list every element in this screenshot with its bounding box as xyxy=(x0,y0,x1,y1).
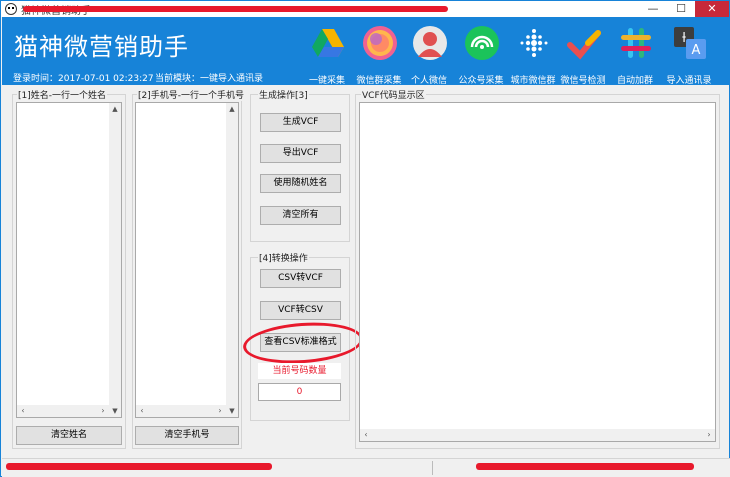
random-names-button[interactable]: 使用随机姓名 xyxy=(260,174,341,193)
scroll-right-icon[interactable]: › xyxy=(97,405,109,417)
redaction-mark xyxy=(6,463,272,470)
phone-count-value: 0 xyxy=(258,383,341,401)
names-textarea[interactable]: ▲ ▼ ‹ › xyxy=(16,102,122,418)
scroll-right-icon[interactable]: › xyxy=(703,429,715,441)
wifi-circle-icon xyxy=(465,26,499,60)
scroll-down-icon[interactable]: ▼ xyxy=(226,405,238,417)
clear-phones-button[interactable]: 清空手机号 xyxy=(135,426,239,445)
triangle-drive-icon xyxy=(312,29,344,57)
phones-label: [2]手机号-一行一个手机号 xyxy=(137,88,245,101)
generate-label: 生成操作[3] xyxy=(258,88,309,101)
clear-names-button[interactable]: 清空姓名 xyxy=(16,426,122,445)
tool-personal-wechat[interactable]: 个人微信 xyxy=(402,23,456,86)
status-bar xyxy=(2,458,730,477)
convert-label: [4]转换操作 xyxy=(258,251,309,264)
scroll-up-icon[interactable]: ▲ xyxy=(109,103,121,115)
svg-text:ƚ: ƚ xyxy=(682,31,686,46)
tool-official-account-collect[interactable]: 公众号采集 xyxy=(454,23,508,86)
tool-one-click-collect[interactable]: 一键采集 xyxy=(300,23,354,86)
scroll-down-icon[interactable]: ▼ xyxy=(109,405,121,417)
scroll-up-icon[interactable]: ▲ xyxy=(226,103,238,115)
maximize-button[interactable]: ☐ xyxy=(667,1,695,17)
person-icon xyxy=(413,26,447,60)
main-window: 猫神微营销助手 — ☐ ✕ 猫神微营销助手 登录时间：2017-07-01 02… xyxy=(0,0,730,477)
phones-vscroll[interactable]: ▲ ▼ xyxy=(226,103,238,417)
title-bar: 猫神微营销助手 — ☐ ✕ xyxy=(1,1,729,17)
phone-count-label: 当前号码数量 xyxy=(258,363,341,379)
vcf-to-csv-button[interactable]: VCF转CSV xyxy=(260,301,341,320)
names-hscroll[interactable]: ‹ › xyxy=(17,405,109,417)
close-button[interactable]: ✕ xyxy=(695,1,729,17)
tool-label: 自动加群 xyxy=(616,76,653,86)
scroll-left-icon[interactable]: ‹ xyxy=(17,405,29,417)
tool-auto-join-group[interactable]: 自动加群 xyxy=(608,23,662,86)
vcf-code-area[interactable]: ‹ › xyxy=(359,102,716,442)
scroll-right-icon[interactable]: › xyxy=(214,405,226,417)
view-csv-format-button[interactable]: 查看CSV标准格式 xyxy=(260,333,341,352)
scroll-left-icon[interactable]: ‹ xyxy=(136,405,148,417)
status-separator xyxy=(432,461,433,475)
names-label: [1]姓名-一行一个姓名 xyxy=(17,88,107,101)
redaction-mark xyxy=(23,6,448,12)
tool-label: 导入通讯录 xyxy=(666,76,712,86)
minimize-button[interactable]: — xyxy=(639,1,667,17)
translate-icon: ƚ A xyxy=(674,27,706,59)
csv-to-vcf-button[interactable]: CSV转VCF xyxy=(260,269,341,288)
brand-title: 猫神微营销助手 xyxy=(14,33,189,61)
redaction-mark xyxy=(476,463,694,470)
colorful-circle-icon xyxy=(363,26,397,60)
login-time: 登录时间：2017-07-01 02:23:27 xyxy=(13,74,154,84)
app-cat-icon xyxy=(5,3,17,15)
scroll-left-icon[interactable]: ‹ xyxy=(360,429,372,441)
vcf-label: VCF代码显示区 xyxy=(361,88,426,101)
phones-textarea[interactable]: ▲ ▼ ‹ › xyxy=(135,102,239,418)
vcf-hscroll[interactable]: ‹ › xyxy=(360,429,715,441)
tool-import-contacts[interactable]: ƚ A 导入通讯录 xyxy=(662,23,716,86)
checkmark-icon xyxy=(567,30,601,60)
export-vcf-button[interactable]: 导出VCF xyxy=(260,144,341,163)
generate-vcf-button[interactable]: 生成VCF xyxy=(260,113,341,132)
current-module: 当前模块：一键导入通讯录 xyxy=(155,74,264,84)
hashtag-icon xyxy=(621,28,651,58)
names-vscroll[interactable]: ▲ ▼ xyxy=(109,103,121,417)
clear-all-button[interactable]: 清空所有 xyxy=(260,206,341,225)
dots-grid-icon xyxy=(520,29,548,57)
phones-hscroll[interactable]: ‹ › xyxy=(136,405,226,417)
tool-wechat-id-check[interactable]: 微信号检测 xyxy=(556,23,610,86)
app-header: 猫神微营销助手 登录时间：2017-07-01 02:23:27 当前模块：一键… xyxy=(2,17,730,86)
svg-text:A: A xyxy=(692,43,701,58)
